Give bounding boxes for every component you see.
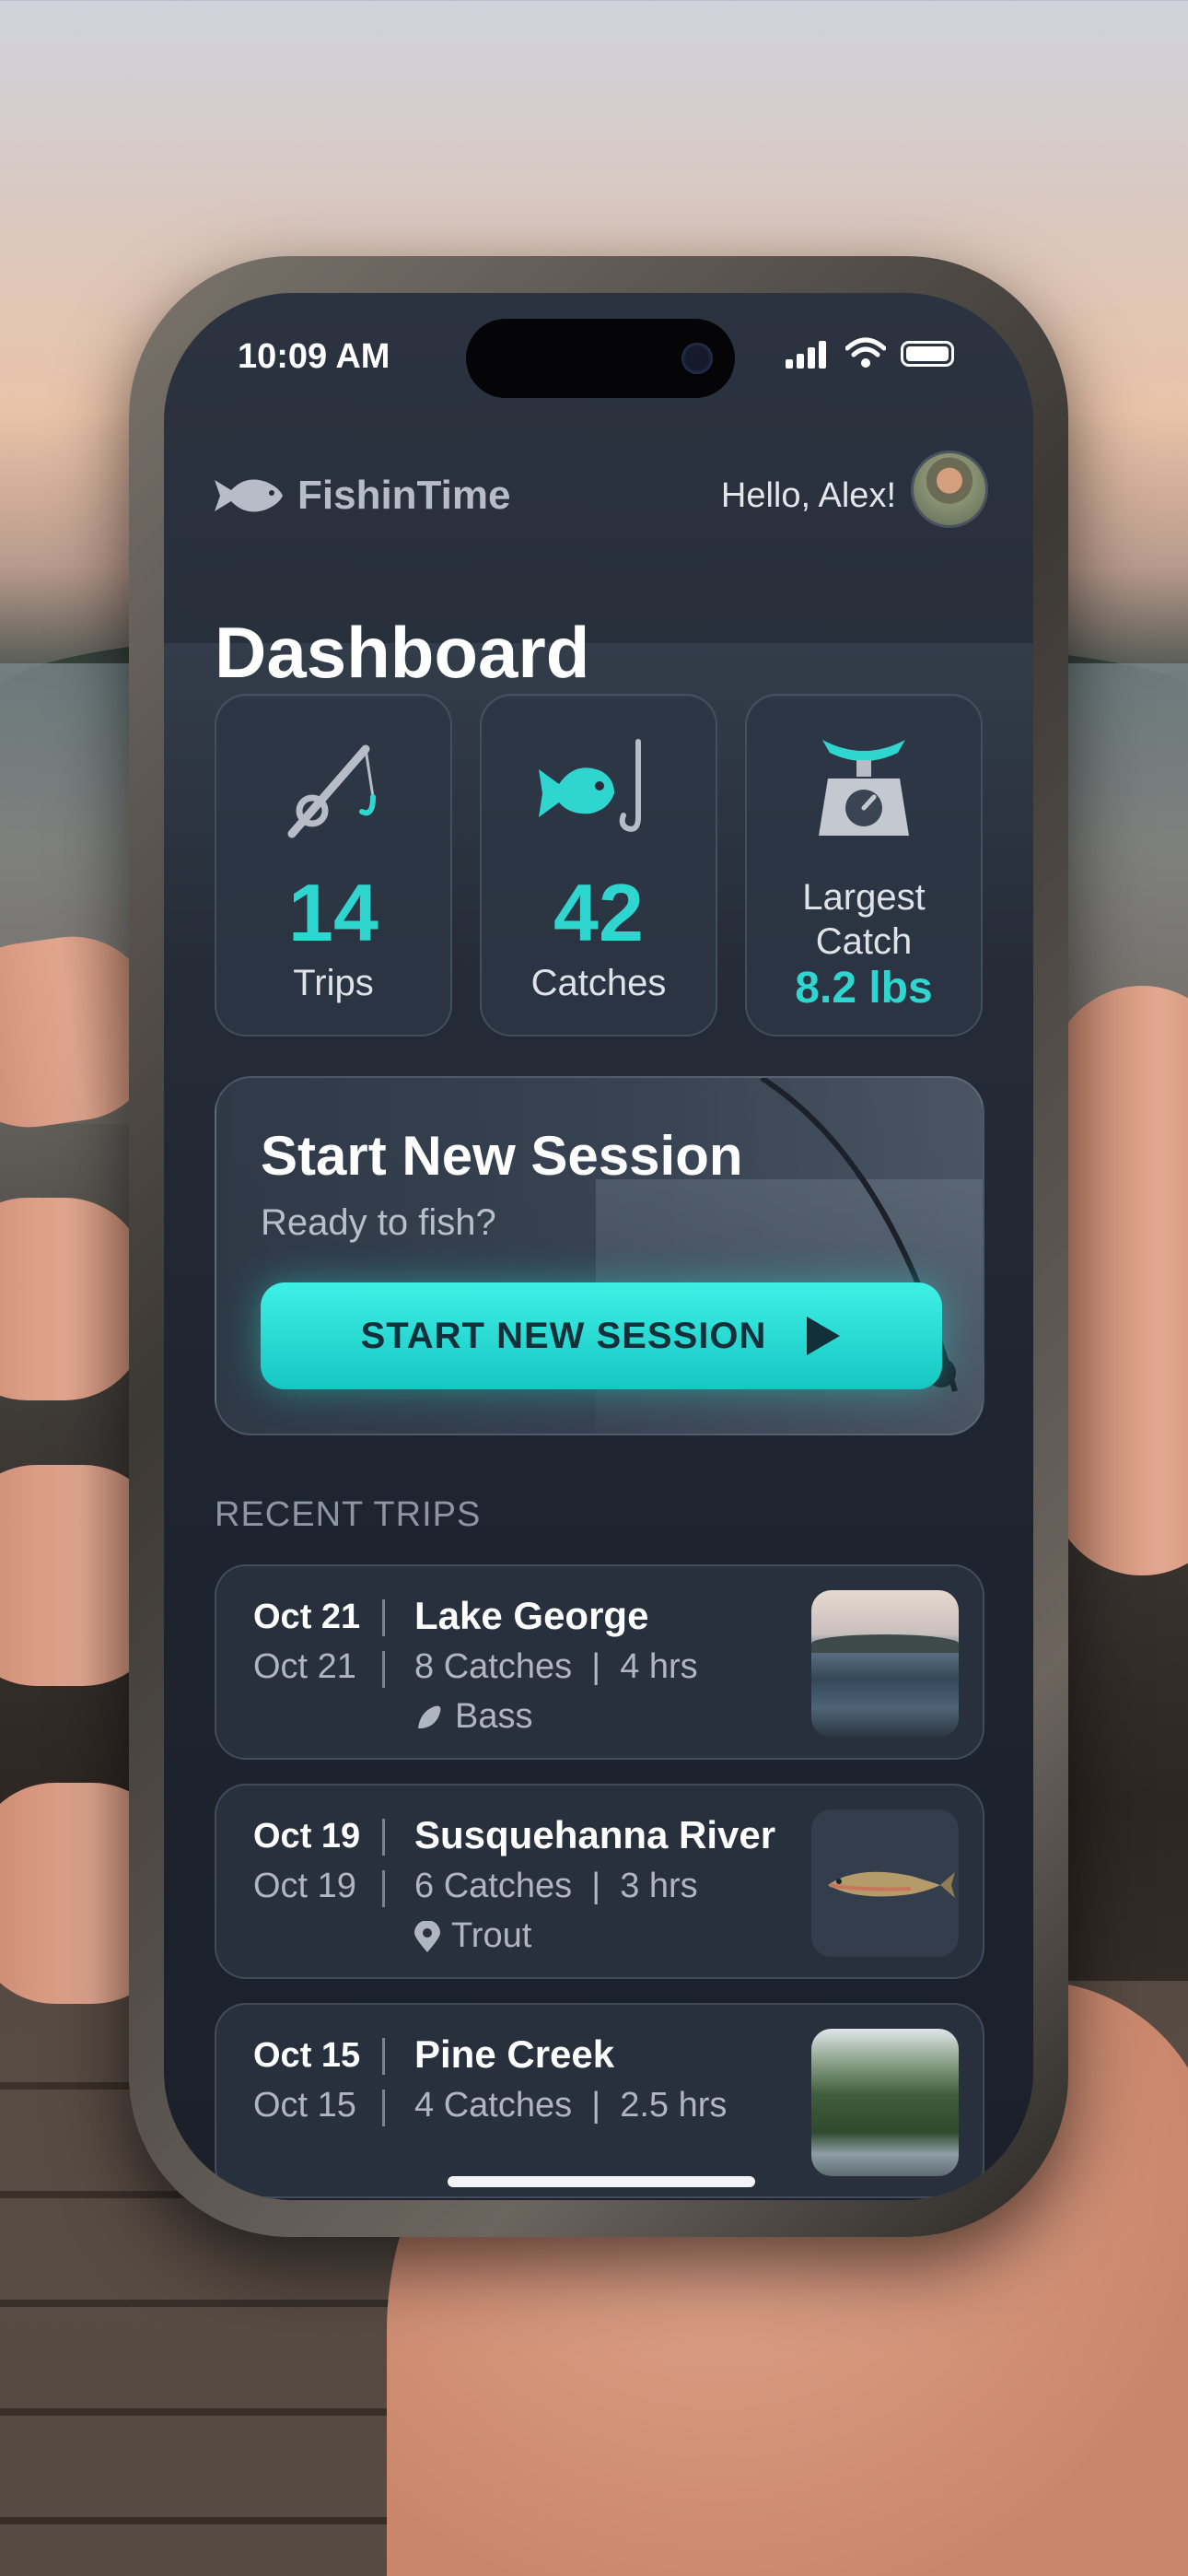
trip-location: Pine Creek [414, 2032, 615, 2076]
trip-location: Lake George [414, 1594, 649, 1637]
status-time: 10:09 AM [238, 337, 390, 376]
fish-hook-icon [539, 739, 641, 832]
location-pin-icon [414, 1920, 440, 1952]
trip-card[interactable]: Oct 19 Susquehanna River Oct 19 6 Catche… [215, 1784, 984, 1979]
trip-date-secondary: Oct 15 [253, 2086, 356, 2125]
hand-finger [0, 1198, 147, 1400]
wifi-icon [845, 337, 886, 368]
trip-card[interactable]: Oct 15 Pine Creek Oct 15 4 Catches | 2.5… [215, 2003, 984, 2198]
divider [382, 2038, 385, 2075]
divider [382, 1870, 385, 1907]
divider [382, 1819, 385, 1856]
trip-species: Bass [414, 1697, 532, 1737]
trip-catches: 4 Catches [414, 2086, 573, 2125]
stat-card-largest-catch[interactable]: Largest Catch 8.2 lbs [745, 694, 983, 1036]
stat-largest-label-line1: Largest [802, 877, 926, 918]
trip-date: Oct 15 [253, 2036, 361, 2075]
start-session-card: Start New Session Ready to fish? START N… [215, 1076, 984, 1435]
trip-date-secondary: Oct 21 [253, 1647, 356, 1686]
scale-icon [819, 740, 909, 836]
trip-meta: 6 Catches | 3 hrs [414, 1867, 698, 1905]
trip-meta: 4 Catches | 2.5 hrs [414, 2086, 728, 2125]
trip-date: Oct 19 [253, 1817, 361, 1856]
stat-catches-label: Catches [530, 963, 667, 1003]
trip-duration: 4 hrs [620, 1647, 698, 1686]
trip-meta: 8 Catches | 4 hrs [414, 1647, 698, 1686]
greeting-text: Hello, Alex! [720, 476, 896, 515]
stat-largest-label-line2: Catch [815, 921, 913, 962]
phone-screen: 10:09 AM FishinTime Hello, Alex! Dashboa… [164, 293, 1033, 2200]
stat-trips-value: 14 [288, 867, 379, 958]
trout-icon [828, 1871, 955, 1898]
front-camera [681, 343, 713, 374]
app-header: FishinTime Hello, Alex! [215, 445, 988, 537]
trip-species: Trout [414, 1916, 531, 1956]
trip-card[interactable]: Oct 21 Lake George Oct 21 8 Catches | 4 … [215, 1564, 984, 1760]
fishing-rod-icon [287, 744, 376, 838]
trip-duration: 3 hrs [620, 1867, 698, 1905]
status-bar: 10:09 AM [164, 293, 1033, 431]
stat-card-catches[interactable]: 42 Catches [480, 694, 717, 1036]
fish-icon [418, 1705, 441, 1728]
stat-card-trips[interactable]: 14 Trips [215, 694, 452, 1036]
page-title: Dashboard [215, 612, 590, 693]
trip-location: Susquehanna River [414, 1813, 776, 1856]
trip-catches: 8 Catches [414, 1647, 573, 1686]
fish-logo-icon [215, 479, 283, 512]
trip-thumbnail-creek [811, 2029, 959, 2176]
stat-trips-label: Trips [293, 963, 374, 1003]
trip-date: Oct 21 [253, 1598, 361, 1636]
stat-catches-value: 42 [553, 867, 644, 958]
trip-thumbnail-lake [811, 1590, 959, 1738]
play-icon [807, 1317, 841, 1355]
battery-icon [901, 341, 954, 367]
recent-trips-heading: RECENT TRIPS [215, 1495, 482, 1534]
trip-thumbnail-trout [811, 1809, 959, 1957]
home-indicator[interactable] [448, 2176, 755, 2187]
avatar[interactable] [911, 451, 988, 528]
dynamic-island [466, 319, 735, 398]
divider [382, 1599, 385, 1636]
divider [382, 1651, 385, 1688]
stat-largest-value: 8.2 lbs [795, 964, 933, 1013]
app-name: FishinTime [297, 473, 511, 518]
trip-date-secondary: Oct 19 [253, 1867, 356, 1905]
stat-largest-label: Largest Catch [747, 875, 981, 964]
session-title: Start New Session [261, 1125, 743, 1187]
trip-duration: 2.5 hrs [620, 2086, 728, 2125]
start-new-session-button[interactable]: START NEW SESSION [261, 1282, 942, 1389]
trip-species-label: Bass [455, 1697, 533, 1736]
trip-species-label: Trout [451, 1916, 532, 1955]
start-session-button-label: START NEW SESSION [360, 1315, 767, 1356]
hand-thumb [1050, 986, 1188, 1575]
trip-catches: 6 Catches [414, 1867, 573, 1905]
app-logo[interactable]: FishinTime [215, 473, 510, 519]
divider [382, 2090, 385, 2126]
session-subtitle: Ready to fish? [261, 1202, 496, 1243]
cellular-signal-icon [786, 341, 826, 369]
